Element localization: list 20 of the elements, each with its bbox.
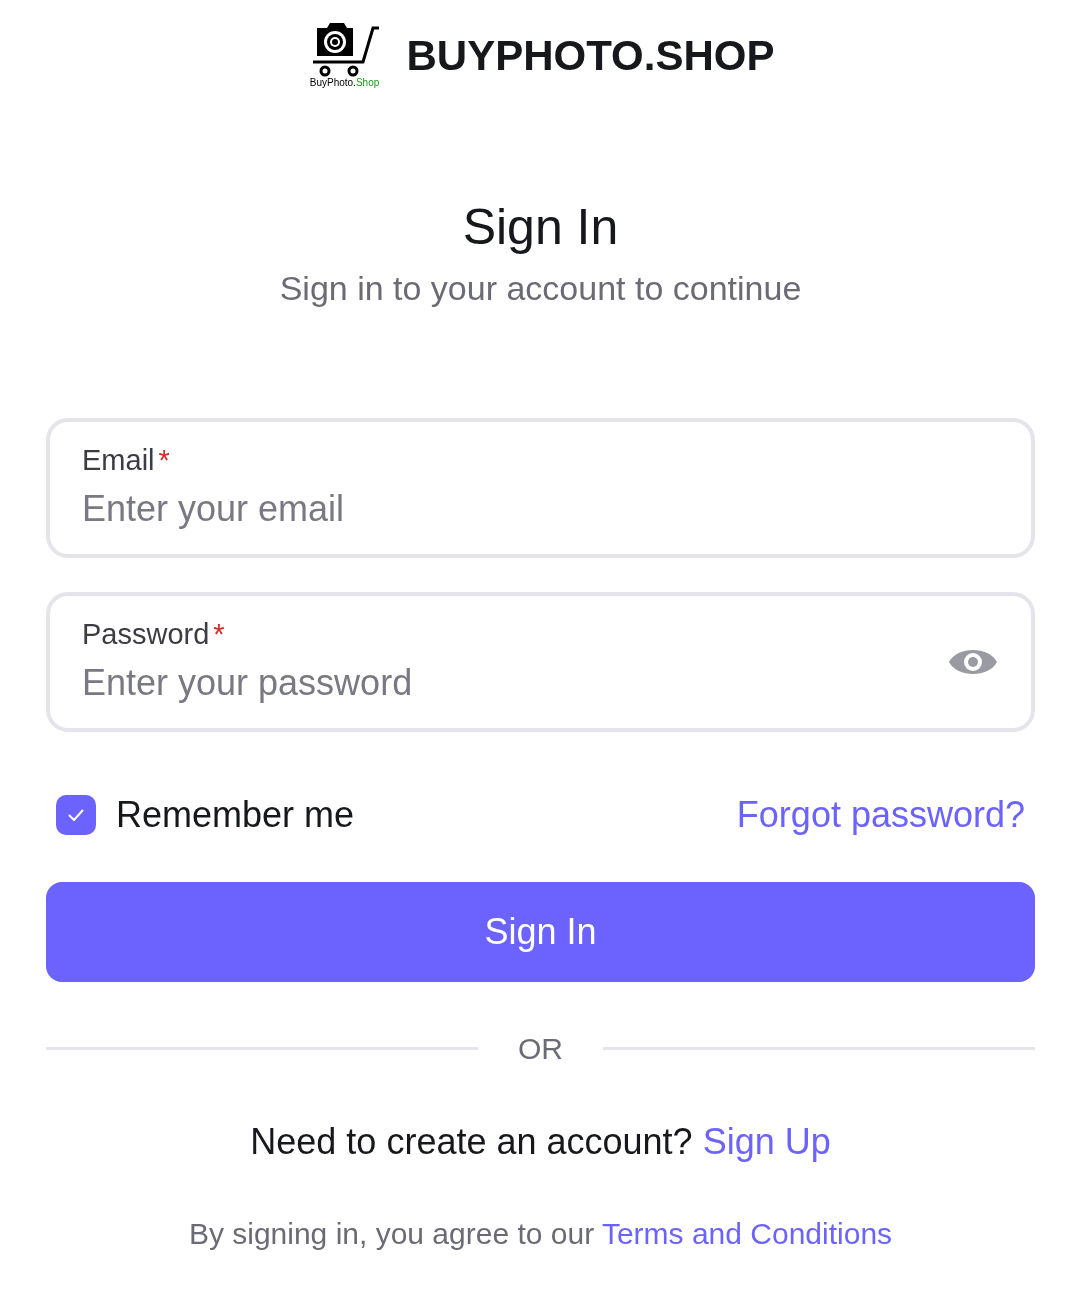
remember-checkbox[interactable] (56, 794, 96, 835)
divider-label: OR (518, 1030, 563, 1067)
terms-link[interactable]: Terms and Conditions (601, 1216, 893, 1250)
logo-caption: BuyPhoto.Shop (309, 78, 380, 88)
terms-notice: By signing in, you agree to our Terms and Conditions (187, 1215, 894, 1252)
field-label: Password* (82, 616, 226, 652)
page-subtitle: Sign in to your account to continue (278, 267, 803, 309)
sign-up-link[interactable]: Sign Up (702, 1120, 831, 1162)
password-field[interactable]: Password* Enter your password (46, 591, 1035, 732)
page-title: Sign In (461, 198, 620, 257)
email-field[interactable]: Email* Enter your email (46, 417, 1035, 558)
sign-in-button[interactable]: Sign In (46, 881, 1035, 982)
forgot-password-link[interactable]: Forgot password? (736, 787, 1025, 842)
field-label: Email* (82, 442, 171, 478)
signup-prompt: Need to create an account? Sign Up (249, 1119, 832, 1164)
brand-name: BUYPHOTO.SHOP (406, 30, 775, 81)
checkmark-icon (67, 807, 85, 822)
remember-label: Remember me (116, 792, 355, 837)
password-input[interactable]: Enter your password (82, 656, 947, 711)
email-input[interactable]: Enter your email (82, 482, 999, 537)
